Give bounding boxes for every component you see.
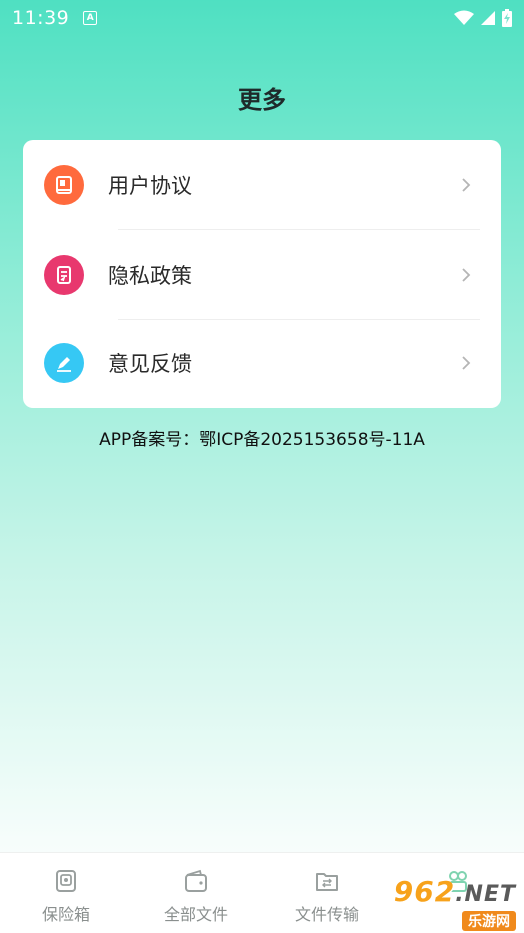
menu-item-feedback[interactable]: 意见反馈 xyxy=(23,318,501,408)
notification-a-icon: A xyxy=(83,11,98,25)
pencil-icon xyxy=(44,343,84,383)
status-right xyxy=(454,9,512,27)
tab-label: 文件传输 xyxy=(294,905,359,924)
bottom-tab-bar: 保险箱 全部文件 文件传输 xyxy=(0,852,524,933)
tab-label: 全部文件 xyxy=(163,905,228,924)
tab-all-files[interactable]: 全部文件 xyxy=(152,853,240,933)
tab-more[interactable] xyxy=(414,853,502,933)
cell-signal-icon xyxy=(481,11,495,25)
document-icon xyxy=(44,255,84,295)
chevron-right-icon xyxy=(459,268,473,282)
menu-item-label: 隐私政策 xyxy=(108,264,192,288)
chevron-right-icon xyxy=(459,178,473,192)
menu-item-user-agreement[interactable]: 用户协议 xyxy=(23,140,501,230)
status-left: 11:39 A xyxy=(12,7,98,29)
safe-icon xyxy=(52,867,80,895)
more-icon xyxy=(444,867,472,895)
wifi-icon xyxy=(454,10,474,25)
tab-label: 保险箱 xyxy=(41,905,90,924)
status-bar: 11:39 A xyxy=(0,0,524,36)
wallet-folder-icon xyxy=(182,867,210,895)
chevron-right-icon xyxy=(459,356,473,370)
book-icon xyxy=(44,165,84,205)
menu-item-label: 用户协议 xyxy=(108,174,192,198)
menu-item-privacy-policy[interactable]: 隐私政策 xyxy=(23,230,501,320)
menu-card: 用户协议 隐私政策 意见反馈 xyxy=(23,140,501,408)
battery-icon xyxy=(502,9,512,27)
menu-item-label: 意见反馈 xyxy=(108,352,192,376)
icp-record-text: APP备案号：鄂ICP备2025153658号-11A xyxy=(99,430,425,450)
transfer-folder-icon xyxy=(313,867,341,895)
page-title: 更多 xyxy=(238,86,286,114)
status-time: 11:39 xyxy=(12,7,70,29)
tab-file-transfer[interactable]: 文件传输 xyxy=(283,853,371,933)
tab-safe[interactable]: 保险箱 xyxy=(22,853,110,933)
